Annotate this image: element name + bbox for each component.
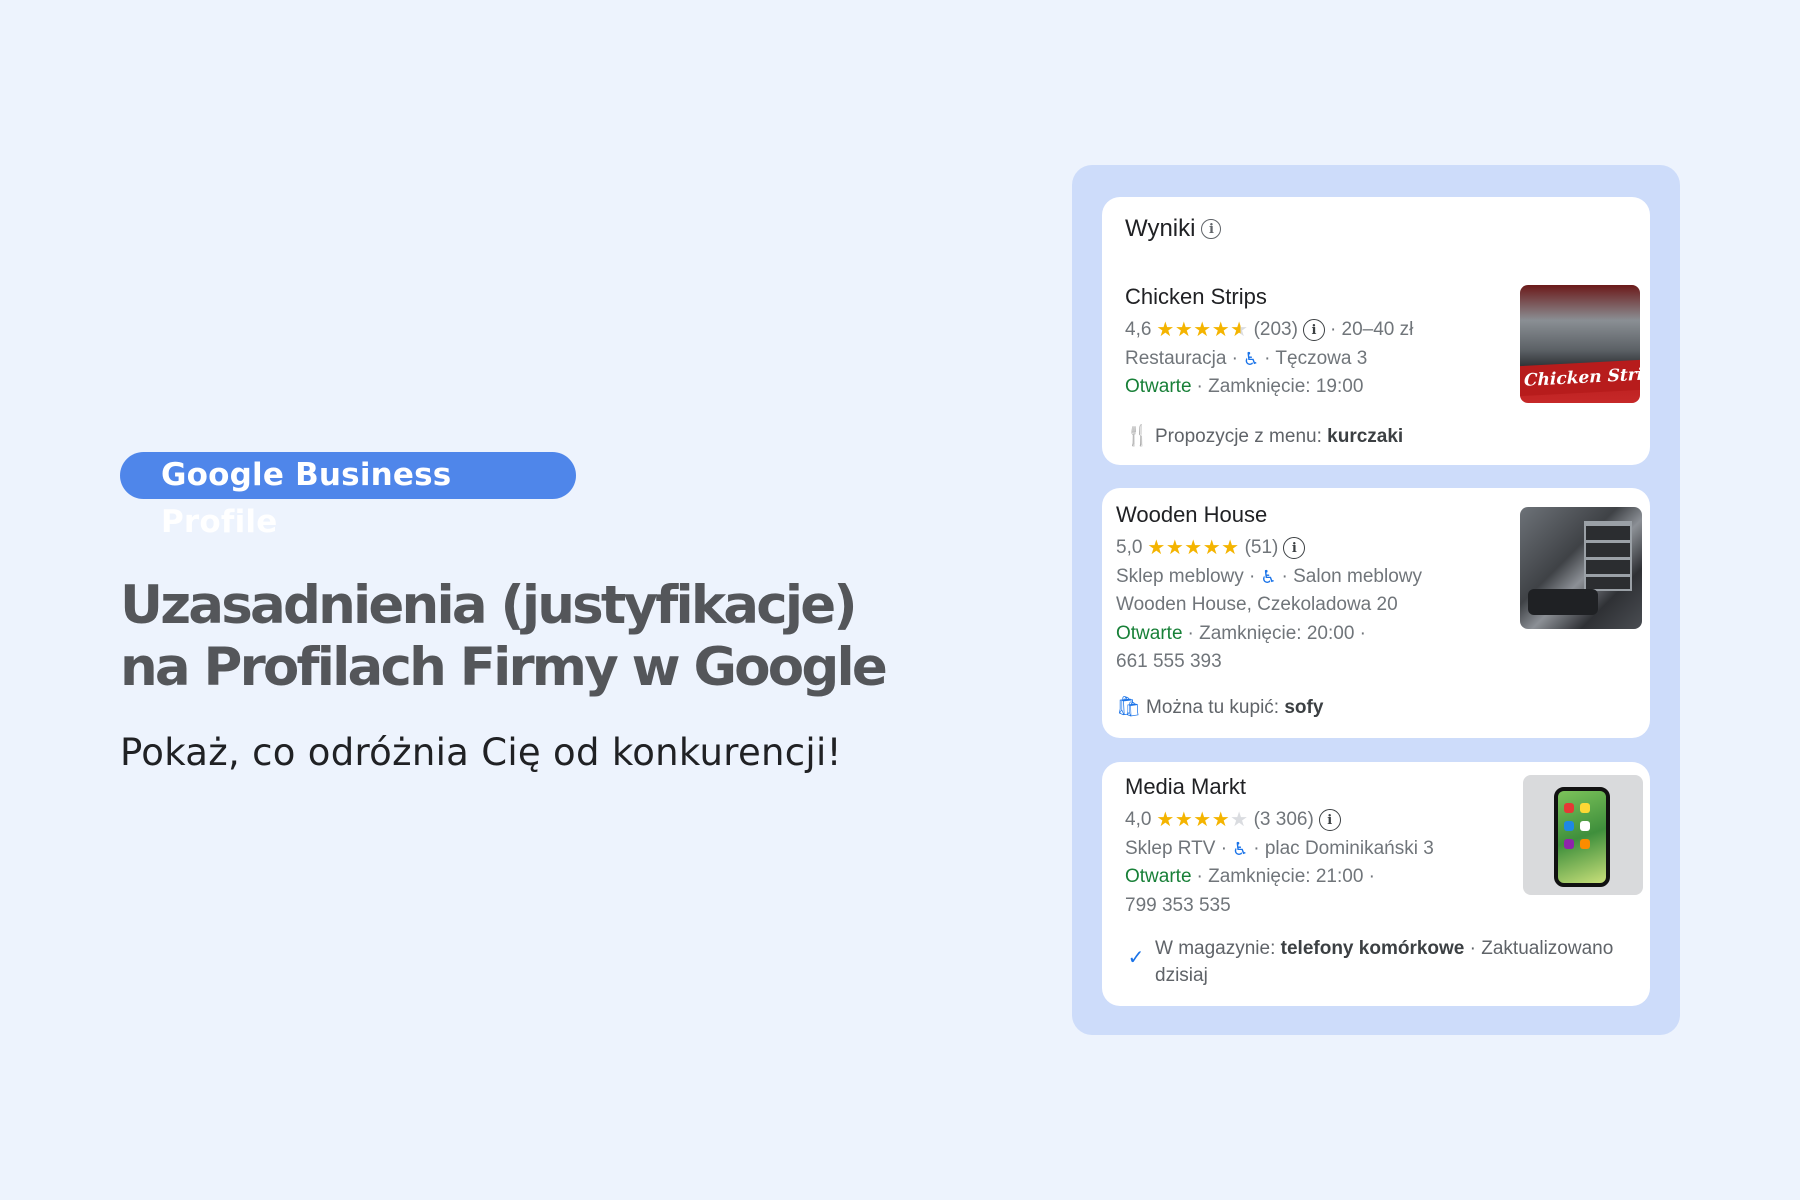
justification-value: sofy — [1284, 697, 1324, 718]
headline-line-2: na Profilach Firmy w Google — [120, 637, 888, 698]
justification-updated: · Zaktualizowano — [1469, 938, 1614, 959]
phone-number[interactable]: 661 555 393 — [1116, 648, 1222, 677]
info-icon[interactable]: i — [1318, 809, 1341, 832]
business-address: · Tęczowa 3 — [1264, 347, 1368, 369]
results-title: Wyniki — [1125, 215, 1196, 242]
closing-time: · Zamknięcie: 20:00 · — [1187, 622, 1366, 644]
info-icon[interactable]: i — [1302, 319, 1325, 342]
wheelchair-accessible-icon: ♿ — [1243, 348, 1260, 369]
open-status: Otwarte — [1125, 866, 1192, 887]
business-category: Sklep RTV · — [1125, 837, 1228, 859]
justification-value: kurczaki — [1327, 426, 1404, 447]
shelf-graphic — [1584, 521, 1632, 591]
rating-value: 4,0 — [1125, 809, 1152, 830]
shopping-bag-icon: 🛍 — [1116, 696, 1142, 718]
business-listing[interactable]: Media Markt 4,0 ★★★★★ (3 306) i Sklep RT… — [1125, 774, 1515, 920]
page-subline: Pokaż, co odróżnia Cię od konkurencji! — [120, 731, 842, 774]
category-row: Restauracja · ♿ · Tęczowa 3 — [1125, 345, 1515, 374]
results-panel: Wyniki i Chicken Strips 4,6 ★★★★★ (203) … — [1072, 165, 1680, 1035]
category-row: Sklep meblowy · ♿ · Salon meblowy — [1116, 563, 1506, 592]
justification-row: ✓ W magazynie: telefony komórkowe · Zakt… — [1125, 935, 1635, 989]
business-name[interactable]: Chicken Strips — [1125, 284, 1515, 310]
justification-row: 🍴 Propozycje z menu: kurczaki — [1125, 423, 1403, 450]
hours-row: Otwarte · Zamknięcie: 21:00 · — [1125, 863, 1515, 892]
star-rating-icon: ★★★★★ — [1156, 319, 1249, 341]
hero-section: Google Business Profile Uzasadnienia (ju… — [120, 452, 888, 774]
rating-row: 4,6 ★★★★★ (203) i · 20–40 zł — [1125, 316, 1515, 345]
price-range: · 20–40 zł — [1329, 319, 1414, 340]
fork-knife-icon: 🍴 — [1125, 425, 1150, 447]
justification-value: telefony komórkowe — [1280, 938, 1465, 959]
justification-label: W magazynie: — [1155, 938, 1276, 959]
business-address: · plac Dominikański 3 — [1253, 837, 1434, 859]
business-address: Wooden House, Czekoladowa 20 — [1116, 594, 1398, 615]
open-status: Otwarte — [1125, 376, 1192, 397]
google-business-profile-badge: Google Business Profile — [120, 452, 576, 540]
category-row: Sklep RTV · ♿ · plac Dominikański 3 — [1125, 835, 1515, 864]
closing-time: · Zamknięcie: 21:00 · — [1196, 866, 1375, 887]
shop-sign: Chicken Strips — [1520, 359, 1640, 397]
business-category: Restauracja · — [1125, 347, 1238, 369]
check-circle-icon: ✓ — [1127, 947, 1145, 969]
business-category: Sklep meblowy · — [1116, 565, 1256, 587]
review-count[interactable]: (3 306) — [1254, 806, 1314, 835]
rating-row: 4,0 ★★★★★ (3 306) i — [1125, 806, 1515, 835]
business-name[interactable]: Media Markt — [1125, 774, 1515, 800]
business-type: · Salon meblowy — [1281, 565, 1422, 587]
rating-value: 4,6 — [1125, 319, 1152, 340]
results-header: Wyniki i — [1125, 215, 1222, 243]
closing-time: · Zamknięcie: 19:00 — [1196, 376, 1364, 397]
smartphone-graphic — [1554, 787, 1610, 887]
business-photo[interactable]: Chicken Strips — [1520, 285, 1640, 403]
wheelchair-accessible-icon: ♿ — [1232, 838, 1249, 859]
phone-number[interactable]: 799 353 535 — [1125, 892, 1231, 921]
star-rating-icon: ★★★★★ — [1147, 537, 1240, 559]
star-rating-icon: ★★★★★ — [1156, 809, 1249, 831]
headline-line-1: Uzasadnienia (justyfikacje) — [120, 575, 858, 636]
review-count[interactable]: (51) — [1245, 534, 1279, 563]
info-icon[interactable]: i — [1283, 537, 1306, 560]
page-headline: Uzasadnienia (justyfikacje) na Profilach… — [120, 575, 888, 699]
results-card-wooden-house[interactable]: Wooden House 5,0 ★★★★★ (51) i Sklep mebl… — [1102, 488, 1650, 738]
address-row: Wooden House, Czekoladowa 20 — [1116, 591, 1506, 620]
results-card-chicken-strips[interactable]: Wyniki i Chicken Strips 4,6 ★★★★★ (203) … — [1102, 197, 1650, 465]
justification-label: Można tu kupić: — [1146, 697, 1280, 718]
sofa-graphic — [1528, 589, 1598, 615]
rating-value: 5,0 — [1116, 537, 1143, 558]
wheelchair-accessible-icon: ♿ — [1260, 566, 1277, 587]
justification-updated-day: dzisiaj — [1155, 965, 1208, 986]
justification-label: Propozycje z menu: — [1155, 426, 1322, 447]
business-photo[interactable] — [1523, 775, 1643, 895]
open-status: Otwarte — [1116, 622, 1183, 644]
phone-row: 799 353 535 — [1125, 892, 1515, 921]
business-listing[interactable]: Wooden House 5,0 ★★★★★ (51) i Sklep mebl… — [1116, 502, 1506, 677]
business-photo[interactable] — [1520, 507, 1642, 629]
phone-row: 661 555 393 — [1116, 648, 1506, 677]
hours-row: Otwarte · Zamknięcie: 20:00 · — [1116, 620, 1506, 649]
info-icon[interactable]: i — [1201, 219, 1222, 239]
hours-row: Otwarte · Zamknięcie: 19:00 — [1125, 373, 1515, 402]
business-listing[interactable]: Chicken Strips 4,6 ★★★★★ (203) i · 20–40… — [1125, 284, 1515, 402]
results-card-media-markt[interactable]: Media Markt 4,0 ★★★★★ (3 306) i Sklep RT… — [1102, 762, 1650, 1006]
business-name[interactable]: Wooden House — [1116, 502, 1506, 528]
rating-row: 5,0 ★★★★★ (51) i — [1116, 534, 1506, 563]
review-count[interactable]: (203) — [1254, 316, 1298, 345]
justification-row: 🛍 Można tu kupić: sofy — [1116, 694, 1323, 721]
